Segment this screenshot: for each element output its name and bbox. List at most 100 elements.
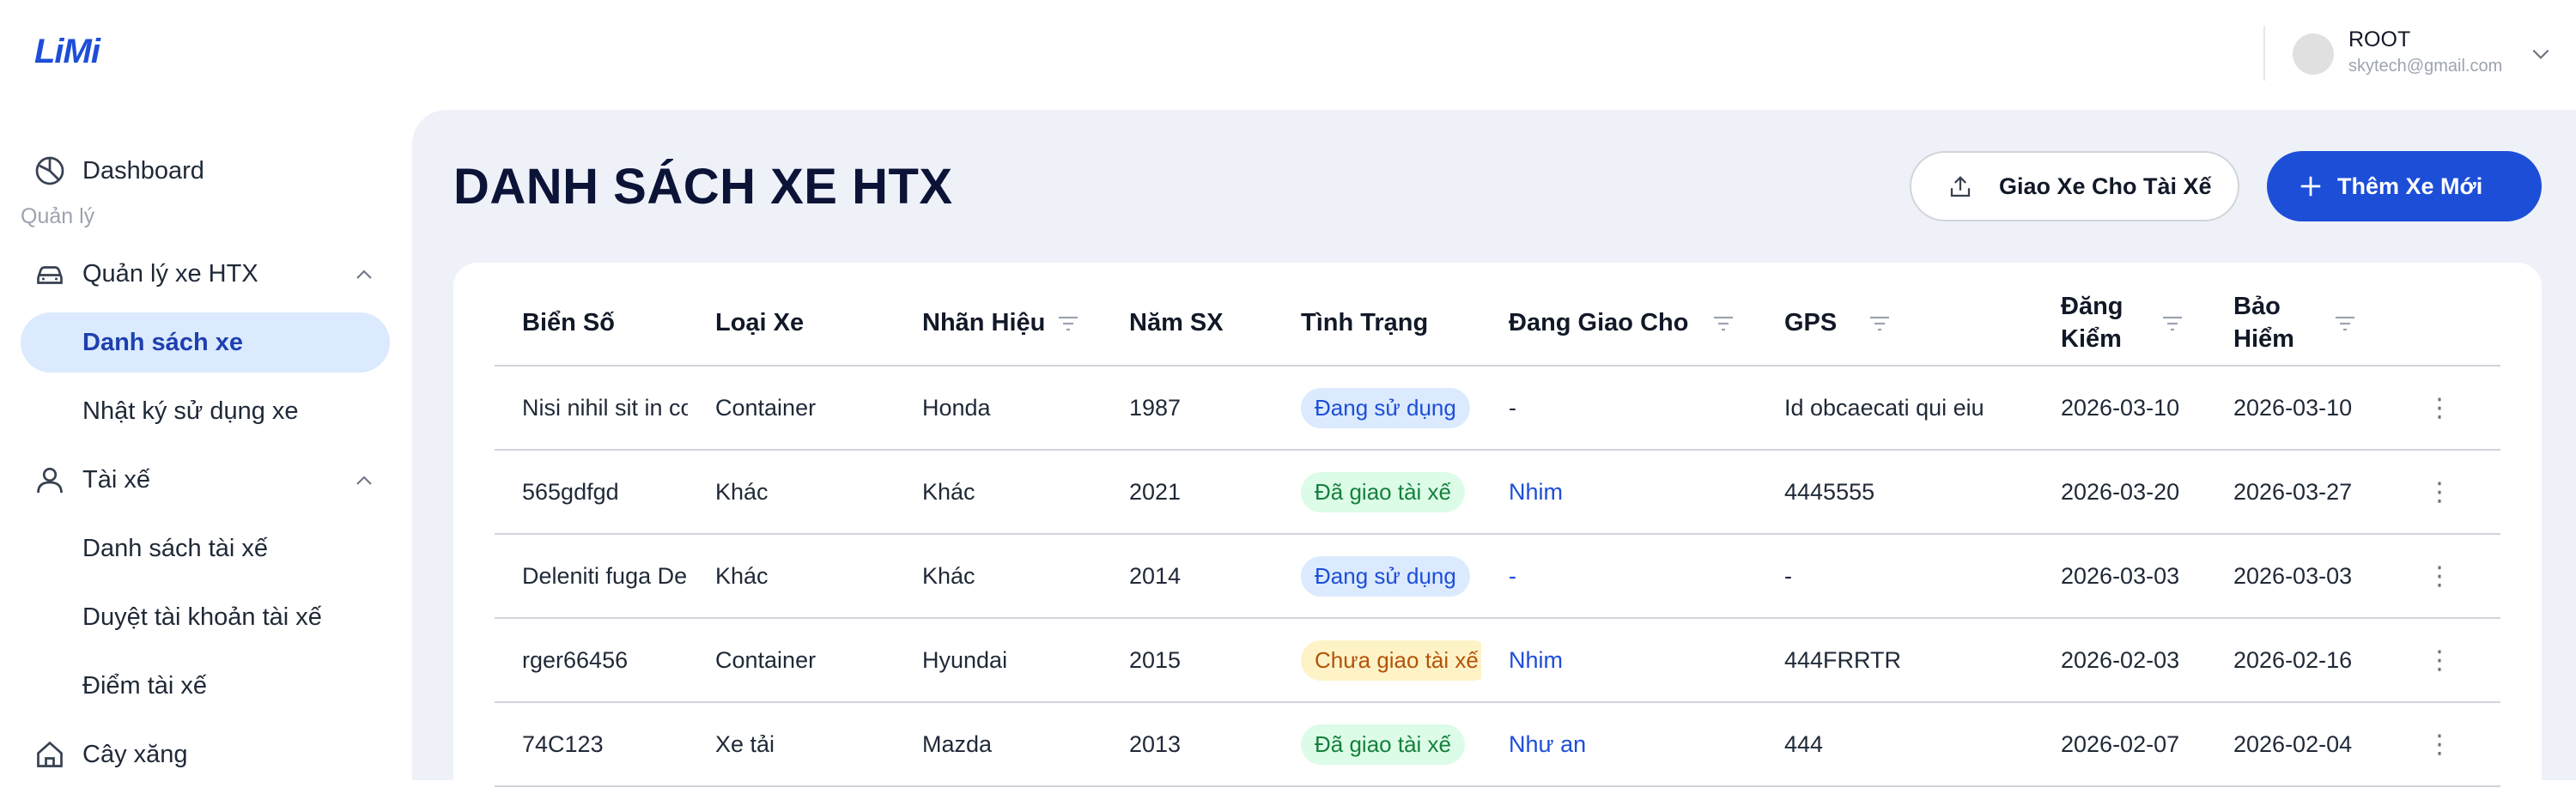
table-row[interactable]: rger66456 Container Hyundai 2015 Chưa gi… xyxy=(495,618,2500,703)
sidebar-item-driver-approve[interactable]: Duyệt tài khoản tài xế xyxy=(21,587,390,647)
cell-brand: Honda xyxy=(895,366,1102,451)
cell-assigned-link[interactable]: Nhim xyxy=(1481,450,1757,535)
cell-type: Khác xyxy=(688,450,895,535)
cell-registration: 2026-03-20 xyxy=(2033,450,2206,535)
sidebar-item-drivers[interactable]: Tài xế xyxy=(21,450,390,510)
cell-year: 2015 xyxy=(1102,618,1273,703)
status-badge: Đang sử dụng xyxy=(1301,555,1470,597)
cell-gps: 444FRRTR xyxy=(1757,618,2033,703)
sidebar-item-driver-points[interactable]: Điểm tài xế xyxy=(21,656,390,716)
cell-assigned-link[interactable]: Nhim xyxy=(1481,618,1757,703)
cell-insurance: 2026-03-03 xyxy=(2206,534,2379,619)
user-email: skytech@gmail.com xyxy=(2348,57,2503,76)
cell-plate: 565gdfgd xyxy=(495,450,688,535)
filter-icon[interactable] xyxy=(1868,314,1891,333)
cell-year: 2021 xyxy=(1102,450,1273,535)
cell-year: 1987 xyxy=(1102,366,1273,451)
cell-assigned-link[interactable]: Như an xyxy=(1481,702,1757,787)
column-header-type[interactable]: Loại Xe xyxy=(688,280,895,367)
column-header-registration[interactable]: Đăng Kiểm xyxy=(2033,280,2206,367)
more-icon[interactable]: ⋮ xyxy=(2379,534,2500,619)
sidebar-item-label: Điểm tài xế xyxy=(82,671,208,700)
cell-gps: Id obcaecati qui eiu xyxy=(1757,366,2033,451)
cell-type: Xe tải xyxy=(688,702,895,787)
sidebar-item-label: Danh sách xe xyxy=(82,328,243,356)
cell-type: Container xyxy=(688,618,895,703)
column-header-year[interactable]: Năm SX xyxy=(1102,280,1273,367)
cell-status: Đã giao tài xế xyxy=(1273,702,1481,787)
cell-assigned: - xyxy=(1481,366,1757,451)
more-icon[interactable]: ⋮ xyxy=(2379,618,2500,703)
sidebar-item-label: Tài xế xyxy=(82,465,150,494)
filter-icon[interactable] xyxy=(2334,314,2356,333)
table-row[interactable]: Deleniti fuga Dele Khác Khác 2014 Đang s… xyxy=(495,534,2500,619)
cell-registration: 2026-03-03 xyxy=(2033,534,2206,619)
add-vehicle-button[interactable]: Thêm Xe Mới xyxy=(2267,151,2542,221)
upload-icon xyxy=(1950,176,1971,197)
column-header-assigned[interactable]: Đang Giao Cho xyxy=(1481,280,1757,367)
sidebar-item-driver-list[interactable]: Danh sách tài xế xyxy=(21,518,390,579)
column-header-gps[interactable]: GPS xyxy=(1757,280,2033,367)
vehicle-table-card: Biển Số Loại Xe Nhãn Hiệu Năm SX Tình Tr… xyxy=(453,263,2542,812)
vehicle-table: Biển Số Loại Xe Nhãn Hiệu Năm SX Tình Tr… xyxy=(495,280,2500,787)
sidebar-item-vehicle-management[interactable]: Quản lý xe HTX xyxy=(21,244,390,304)
status-badge: Chưa giao tài xế xyxy=(1301,639,1481,681)
column-header-actions xyxy=(2379,280,2500,367)
sidebar-item-gas-station[interactable]: Cây xăng xyxy=(21,724,390,785)
filter-icon[interactable] xyxy=(1712,314,1735,333)
home-icon xyxy=(37,741,63,767)
cell-registration: 2026-02-03 xyxy=(2033,618,2206,703)
user-icon xyxy=(37,467,63,494)
more-icon[interactable]: ⋮ xyxy=(2379,702,2500,787)
sidebar-item-vehicle-list[interactable]: Danh sách xe xyxy=(21,312,390,373)
column-header-plate[interactable]: Biển Số xyxy=(495,280,688,367)
chevron-up-icon[interactable] xyxy=(354,470,374,491)
user-name: ROOT xyxy=(2348,27,2411,52)
page-title: DANH SÁCH XE HTX xyxy=(453,159,953,215)
status-badge: Đang sử dụng xyxy=(1301,387,1470,428)
cell-brand: Mazda xyxy=(895,702,1102,787)
cell-brand: Khác xyxy=(895,534,1102,619)
header-divider xyxy=(2263,26,2265,81)
sidebar-item-label: Duyệt tài khoản tài xế xyxy=(82,603,322,631)
sidebar-item-label: Dashboard xyxy=(82,156,204,185)
cell-registration: 2026-02-07 xyxy=(2033,702,2206,787)
cell-assigned: - xyxy=(1481,534,1757,619)
cell-insurance: 2026-03-10 xyxy=(2206,366,2379,451)
sidebar-item-vehicle-log[interactable]: Nhật ký sử dụng xe xyxy=(21,381,390,441)
column-header-brand[interactable]: Nhãn Hiệu xyxy=(895,280,1102,367)
cell-type: Container xyxy=(688,366,895,451)
chevron-up-icon[interactable] xyxy=(354,264,374,285)
assign-vehicle-button[interactable]: Giao Xe Cho Tài Xế xyxy=(1910,151,2239,221)
app-logo[interactable]: LiMi xyxy=(34,33,100,71)
sidebar-item-label: Quản lý xe HTX xyxy=(82,259,258,288)
more-icon[interactable]: ⋮ xyxy=(2379,450,2500,535)
column-header-insurance[interactable]: Bảo Hiểm xyxy=(2206,280,2379,367)
filter-icon[interactable] xyxy=(1057,314,1079,333)
filter-icon[interactable] xyxy=(2161,314,2184,333)
cell-gps: - xyxy=(1757,534,2033,619)
chevron-down-icon[interactable] xyxy=(2530,43,2552,65)
cell-plate: rger66456 xyxy=(495,618,688,703)
column-header-status[interactable]: Tình Trạng xyxy=(1273,280,1481,367)
cell-insurance: 2026-02-04 xyxy=(2206,702,2379,787)
table-row[interactable]: 565gdfgd Khác Khác 2021 Đã giao tài xế N… xyxy=(495,450,2500,535)
cell-brand: Khác xyxy=(895,450,1102,535)
cell-registration: 2026-03-10 xyxy=(2033,366,2206,451)
sidebar-section-label: Quản lý xyxy=(21,204,95,228)
avatar[interactable] xyxy=(2293,33,2334,75)
more-icon[interactable]: ⋮ xyxy=(2379,366,2500,451)
status-badge: Đã giao tài xế xyxy=(1301,724,1465,765)
table-row[interactable]: 74C123 Xe tải Mazda 2013 Đã giao tài xế … xyxy=(495,702,2500,787)
pie-chart-icon xyxy=(35,156,64,185)
cell-insurance: 2026-02-16 xyxy=(2206,618,2379,703)
table-row[interactable]: Nisi nihil sit in co Container Honda 198… xyxy=(495,366,2500,451)
cell-brand: Hyundai xyxy=(895,618,1102,703)
sidebar-item-label: Cây xăng xyxy=(82,740,188,768)
cell-status: Đang sử dụng xyxy=(1273,534,1481,619)
cell-plate: 74C123 xyxy=(495,702,688,787)
sidebar-item-dashboard[interactable]: Dashboard xyxy=(21,141,390,201)
sidebar-item-label: Danh sách tài xế xyxy=(82,534,269,562)
plus-icon xyxy=(2300,176,2321,197)
main-content: DANH SÁCH XE HTX Giao Xe Cho Tài Xế Thêm… xyxy=(412,110,2576,812)
